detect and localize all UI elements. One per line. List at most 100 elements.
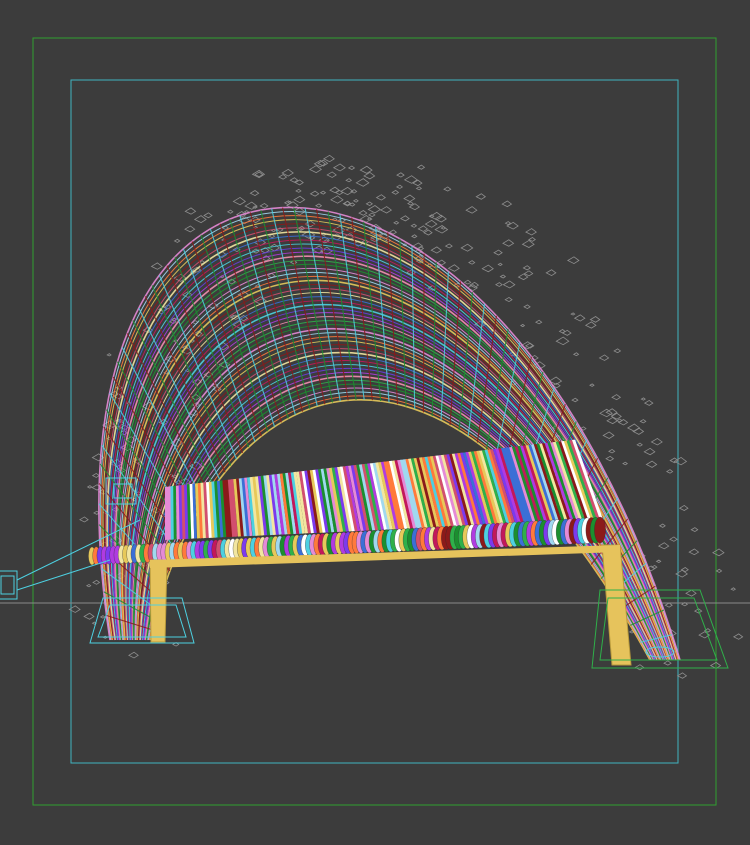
leaf — [545, 269, 557, 277]
leaf — [645, 460, 658, 468]
leaf — [85, 583, 92, 588]
leaf — [375, 194, 387, 201]
leaf — [643, 399, 654, 406]
leaf — [605, 455, 615, 462]
leaf — [519, 323, 526, 328]
leaf — [249, 190, 260, 197]
leaf — [399, 215, 410, 222]
leaf — [639, 419, 647, 424]
leaf — [570, 312, 576, 316]
leaf — [469, 281, 480, 288]
leaf — [295, 188, 302, 193]
leaf — [664, 602, 673, 608]
bench-leg-left[interactable] — [149, 559, 168, 643]
leaf — [494, 282, 503, 287]
leaf — [497, 262, 503, 266]
leaf — [106, 353, 112, 357]
leaf — [173, 238, 181, 243]
leaf — [315, 203, 323, 208]
leaf — [444, 243, 453, 249]
leaf — [613, 348, 622, 354]
leaf — [504, 221, 512, 226]
leaf — [481, 264, 494, 273]
leaf — [465, 206, 478, 214]
leaf — [676, 672, 688, 679]
leaf — [355, 178, 370, 187]
leaf — [365, 201, 374, 206]
leaf — [690, 527, 699, 533]
arch-rib — [113, 251, 674, 661]
leaf — [184, 225, 196, 233]
leaf — [358, 210, 368, 216]
leaf — [602, 431, 615, 439]
leaf — [501, 200, 513, 208]
leaf — [499, 274, 507, 279]
leaf — [434, 225, 449, 234]
leaf — [610, 412, 622, 420]
leaf — [99, 615, 106, 619]
bench-legs[interactable] — [149, 544, 632, 666]
3d-viewport[interactable] — [0, 0, 750, 845]
leaf — [634, 664, 645, 671]
leaf — [128, 651, 139, 659]
leaf — [680, 567, 689, 573]
arch-crossrib — [229, 219, 289, 419]
leaf — [561, 329, 572, 336]
leaf — [332, 163, 346, 172]
leaf — [293, 195, 306, 204]
leaf — [523, 304, 531, 310]
leaf — [424, 219, 438, 228]
leaf — [460, 243, 474, 252]
leaf — [502, 280, 516, 289]
leaf — [92, 579, 101, 585]
leaf — [535, 319, 543, 325]
leaf — [712, 548, 725, 557]
leaf — [572, 352, 580, 357]
leaf — [571, 397, 579, 403]
leaf — [468, 260, 476, 265]
leaf — [368, 212, 376, 218]
leaf — [395, 184, 404, 189]
leaf — [322, 154, 335, 163]
leaf — [643, 447, 656, 456]
leaf — [411, 234, 418, 239]
leaf — [663, 660, 672, 666]
leaf — [86, 485, 93, 489]
leaf — [226, 209, 234, 214]
leaf — [673, 456, 688, 466]
bench-seat-slat — [594, 516, 606, 544]
leaf — [715, 568, 723, 573]
leaf — [391, 189, 400, 195]
leaf — [665, 469, 674, 474]
leaf — [193, 215, 207, 224]
viewport-scene[interactable] — [0, 0, 750, 845]
wire-arch-canopy[interactable] — [98, 206, 681, 661]
leaf — [598, 354, 610, 361]
leaf — [367, 205, 381, 214]
leaf — [430, 246, 443, 254]
leaf — [352, 198, 359, 203]
leaf — [83, 612, 95, 620]
leaf — [650, 437, 663, 446]
leaf — [434, 214, 447, 223]
leaf — [278, 174, 288, 180]
leaf — [506, 221, 519, 230]
leaf — [732, 633, 744, 640]
leaf — [393, 220, 400, 225]
leaf — [678, 504, 689, 511]
leaf — [79, 516, 89, 523]
leaf — [493, 249, 503, 256]
leaf — [626, 423, 641, 432]
leaf — [502, 239, 515, 247]
leaf — [347, 165, 356, 170]
leaf — [651, 564, 658, 569]
leaf — [616, 418, 623, 423]
leaf — [636, 442, 643, 447]
leaf — [403, 194, 416, 202]
leaf — [584, 321, 597, 329]
leaf — [319, 190, 327, 195]
leaf — [407, 201, 414, 206]
leaf — [417, 225, 429, 232]
leaf — [685, 589, 697, 597]
leaf — [504, 296, 513, 303]
